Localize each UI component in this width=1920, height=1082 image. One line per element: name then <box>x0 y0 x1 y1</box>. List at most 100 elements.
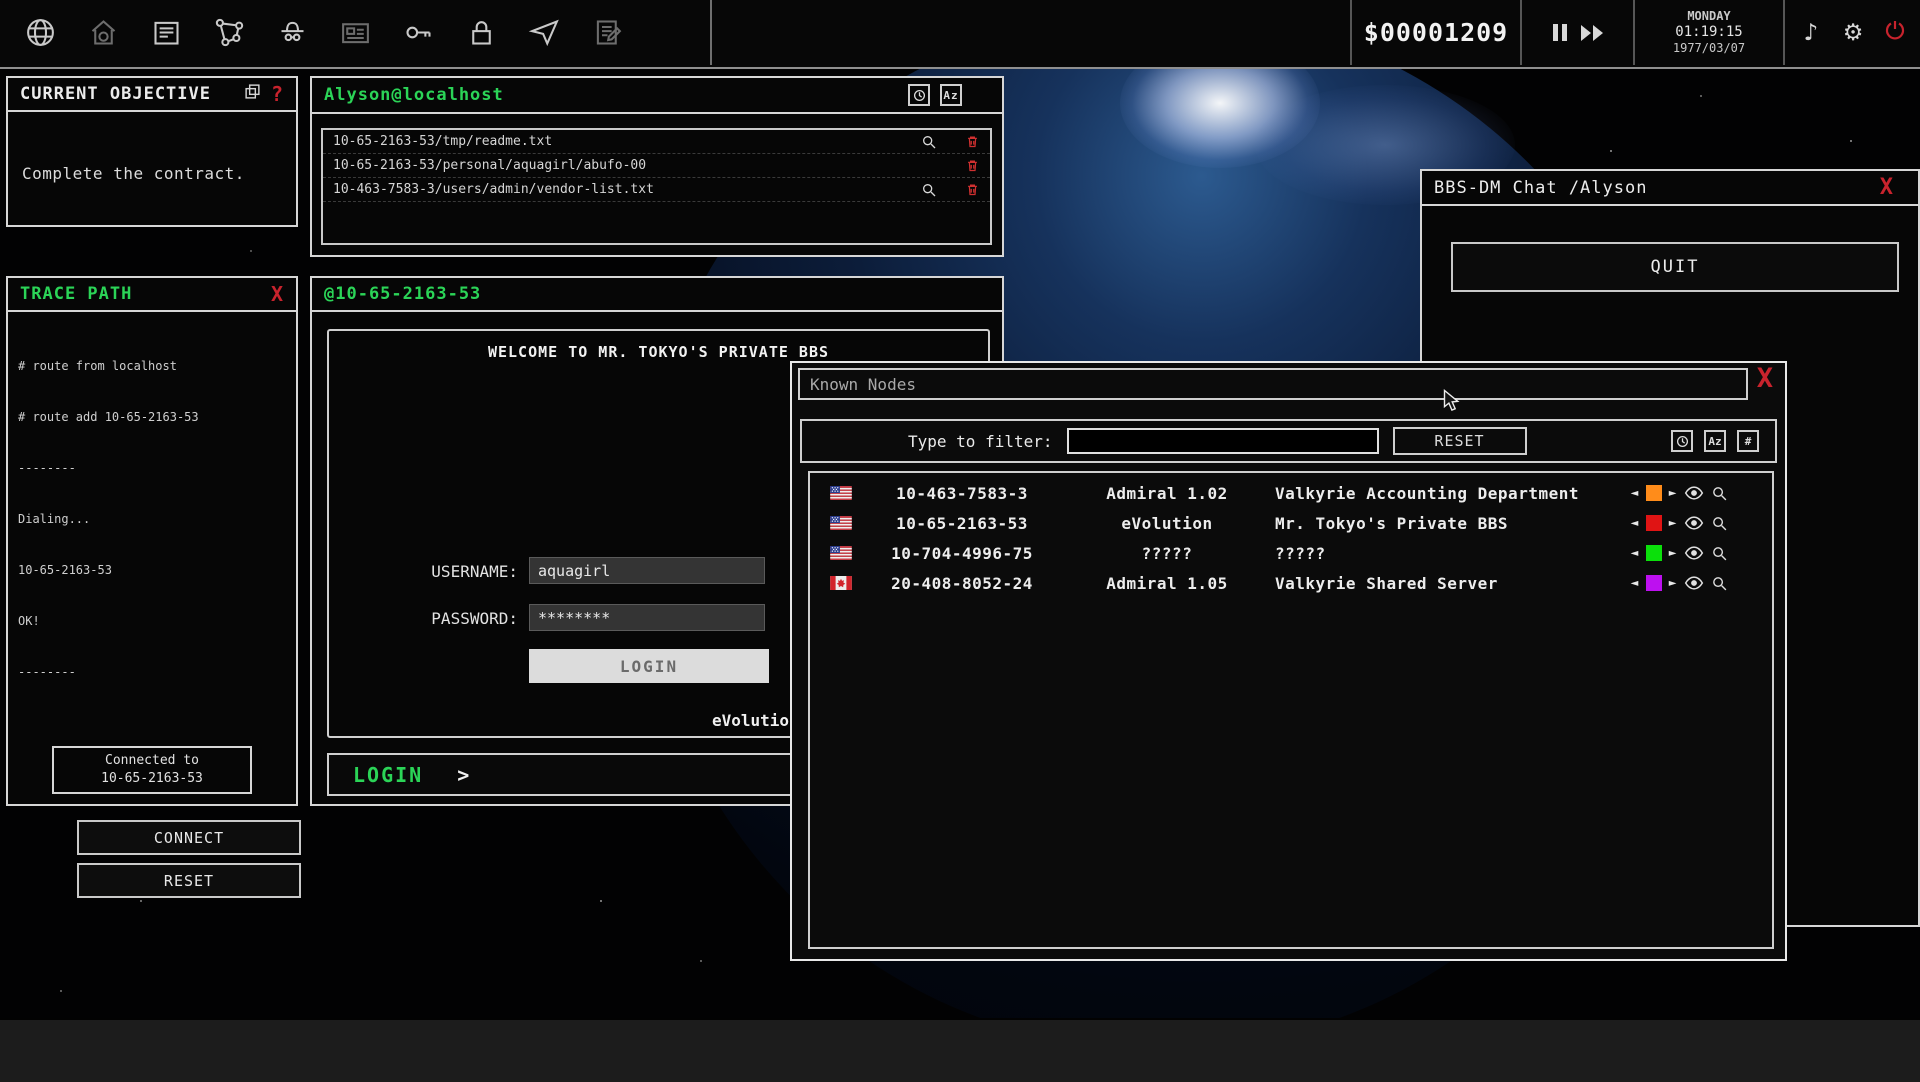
password-label: PASSWORD: <box>329 609 518 628</box>
node-color-swatch <box>1646 515 1662 531</box>
sort-time-icon[interactable] <box>908 84 930 106</box>
node-version: ????? <box>1072 544 1262 563</box>
username-label: USERNAME: <box>329 562 518 581</box>
delete-file-icon[interactable] <box>965 134 980 149</box>
power-icon[interactable] <box>1880 18 1910 48</box>
file-actions <box>921 182 980 198</box>
inspect-node-icon[interactable] <box>1711 515 1728 532</box>
nodes-filter-reset-button[interactable]: RESET <box>1393 427 1527 455</box>
known-nodes-title-bar[interactable]: Known Nodes <box>798 368 1748 400</box>
us-flag-icon <box>830 516 852 530</box>
sort-alpha-icon[interactable]: Az <box>940 84 962 106</box>
home-icon[interactable] <box>81 11 125 55</box>
chat-quit-button[interactable]: QUIT <box>1451 242 1899 292</box>
key-icon[interactable] <box>396 11 440 55</box>
nodes-filter-input[interactable] <box>1067 428 1379 454</box>
send-message-icon[interactable] <box>522 11 566 55</box>
files-sort-tools: Az <box>908 84 962 106</box>
node-controls: ◄ ► <box>1631 545 1728 562</box>
session-login-label: LOGIN <box>353 763 423 787</box>
us-flag-icon <box>830 546 852 560</box>
datetime-display: MONDAY 01:19:15 1977/03/07 <box>1633 0 1785 65</box>
lock-icon[interactable] <box>459 11 503 55</box>
node-number: 10-704-4996-75 <box>852 544 1072 563</box>
top-bar: $00001209 MONDAY 01:19:15 1977/03/07 ♪ ⚙ <box>0 0 1920 69</box>
file-row: 10-65-2163-53/personal/aquagirl/abufo-00 <box>323 154 990 178</box>
files-title-bar: Alyson@localhost Az <box>312 78 1002 114</box>
objective-help-button[interactable]: ? <box>271 82 284 106</box>
music-icon[interactable]: ♪ <box>1796 20 1826 46</box>
node-number: 20-408-8052-24 <box>852 574 1072 593</box>
watch-node-icon[interactable] <box>1684 546 1704 560</box>
known-nodes-close-button[interactable]: X <box>1757 365 1773 392</box>
objective-title-bar: CURRENT OBJECTIVE ? <box>8 78 296 112</box>
inspect-node-icon[interactable] <box>1711 485 1728 502</box>
connected-status-line1: Connected to <box>54 752 250 770</box>
reset-connection-button[interactable]: RESET <box>77 863 301 898</box>
color-next-arrow[interactable]: ► <box>1669 488 1677 499</box>
chat-close-button[interactable]: X <box>1880 177 1894 199</box>
node-number: 10-463-7583-3 <box>852 484 1072 503</box>
spy-icon[interactable] <box>270 11 314 55</box>
sort-numeric-icon[interactable]: # <box>1737 430 1759 452</box>
file-actions <box>965 158 980 173</box>
password-field[interactable] <box>529 604 765 631</box>
sort-alpha-icon[interactable]: Az <box>1704 430 1726 452</box>
node-controls: ◄ ► <box>1631 575 1728 592</box>
remote-title: @10-65-2163-53 <box>324 284 481 304</box>
current-objective-panel: CURRENT OBJECTIVE ? Complete the contrac… <box>6 76 298 227</box>
node-color-swatch <box>1646 575 1662 591</box>
chevron-right-icon: > <box>457 763 469 787</box>
bbs-vendor-brand: eVolution <box>712 711 799 730</box>
inspect-node-icon[interactable] <box>1711 575 1728 592</box>
card-icon[interactable] <box>333 11 377 55</box>
file-row: 10-65-2163-53/tmp/readme.txt <box>323 130 990 154</box>
color-next-arrow[interactable]: ► <box>1669 518 1677 529</box>
delete-file-icon[interactable] <box>965 182 980 197</box>
color-next-arrow[interactable]: ► <box>1669 578 1677 589</box>
bottom-bar <box>0 1018 1920 1082</box>
trace-log: # route from localhost # route add 10-65… <box>8 312 296 727</box>
connected-status-box: Connected to 10-65-2163-53 <box>52 746 252 794</box>
remote-title-bar: @10-65-2163-53 <box>312 278 1002 312</box>
node-controls: ◄ ► <box>1631 485 1728 502</box>
fast-forward-icon[interactable] <box>1581 25 1605 41</box>
watch-node-icon[interactable] <box>1684 576 1704 590</box>
color-prev-arrow[interactable]: ◄ <box>1631 518 1639 529</box>
settings-gear-icon[interactable]: ⚙ <box>1838 20 1868 46</box>
inspect-node-icon[interactable] <box>1711 545 1728 562</box>
color-prev-arrow[interactable]: ◄ <box>1631 548 1639 559</box>
connect-button[interactable]: CONNECT <box>77 820 301 855</box>
sort-time-icon[interactable] <box>1671 430 1693 452</box>
node-row: 10-65-2163-53 eVolution Mr. Tokyo's Priv… <box>810 508 1772 538</box>
username-field[interactable] <box>529 557 765 584</box>
delete-file-icon[interactable] <box>965 158 980 173</box>
nodes-filter-bar: Type to filter: RESET Az # <box>800 419 1777 463</box>
watch-node-icon[interactable] <box>1684 486 1704 500</box>
chat-title-bar: BBS-DM Chat /Alyson X <box>1422 171 1918 206</box>
file-path: 10-65-2163-53/personal/aquagirl/abufo-00 <box>333 158 646 173</box>
node-row: 10-463-7583-3 Admiral 1.02 Valkyrie Acco… <box>810 478 1772 508</box>
color-prev-arrow[interactable]: ◄ <box>1631 578 1639 589</box>
pause-icon[interactable] <box>1553 24 1567 41</box>
view-file-icon[interactable] <box>921 134 937 150</box>
globe-icon[interactable] <box>18 11 62 55</box>
trace-line: OK! <box>18 613 286 630</box>
trace-line: -------- <box>18 460 286 477</box>
file-path: 10-65-2163-53/tmp/readme.txt <box>333 134 552 149</box>
trace-line: -------- <box>18 664 286 681</box>
view-file-icon[interactable] <box>921 182 937 198</box>
newspaper-icon[interactable] <box>144 11 188 55</box>
node-version: eVolution <box>1072 514 1262 533</box>
trace-close-button[interactable]: X <box>271 284 284 304</box>
objective-title: CURRENT OBJECTIVE <box>20 84 211 104</box>
bbs-login-button[interactable]: LOGIN <box>529 649 769 683</box>
node-row: 10-704-4996-75 ????? ????? ◄ ► <box>810 538 1772 568</box>
file-actions <box>921 134 980 150</box>
color-next-arrow[interactable]: ► <box>1669 548 1677 559</box>
popout-window-icon[interactable] <box>244 83 261 105</box>
watch-node-icon[interactable] <box>1684 516 1704 530</box>
color-prev-arrow[interactable]: ◄ <box>1631 488 1639 499</box>
network-map-icon[interactable] <box>207 11 251 55</box>
notes-icon[interactable] <box>585 11 629 55</box>
